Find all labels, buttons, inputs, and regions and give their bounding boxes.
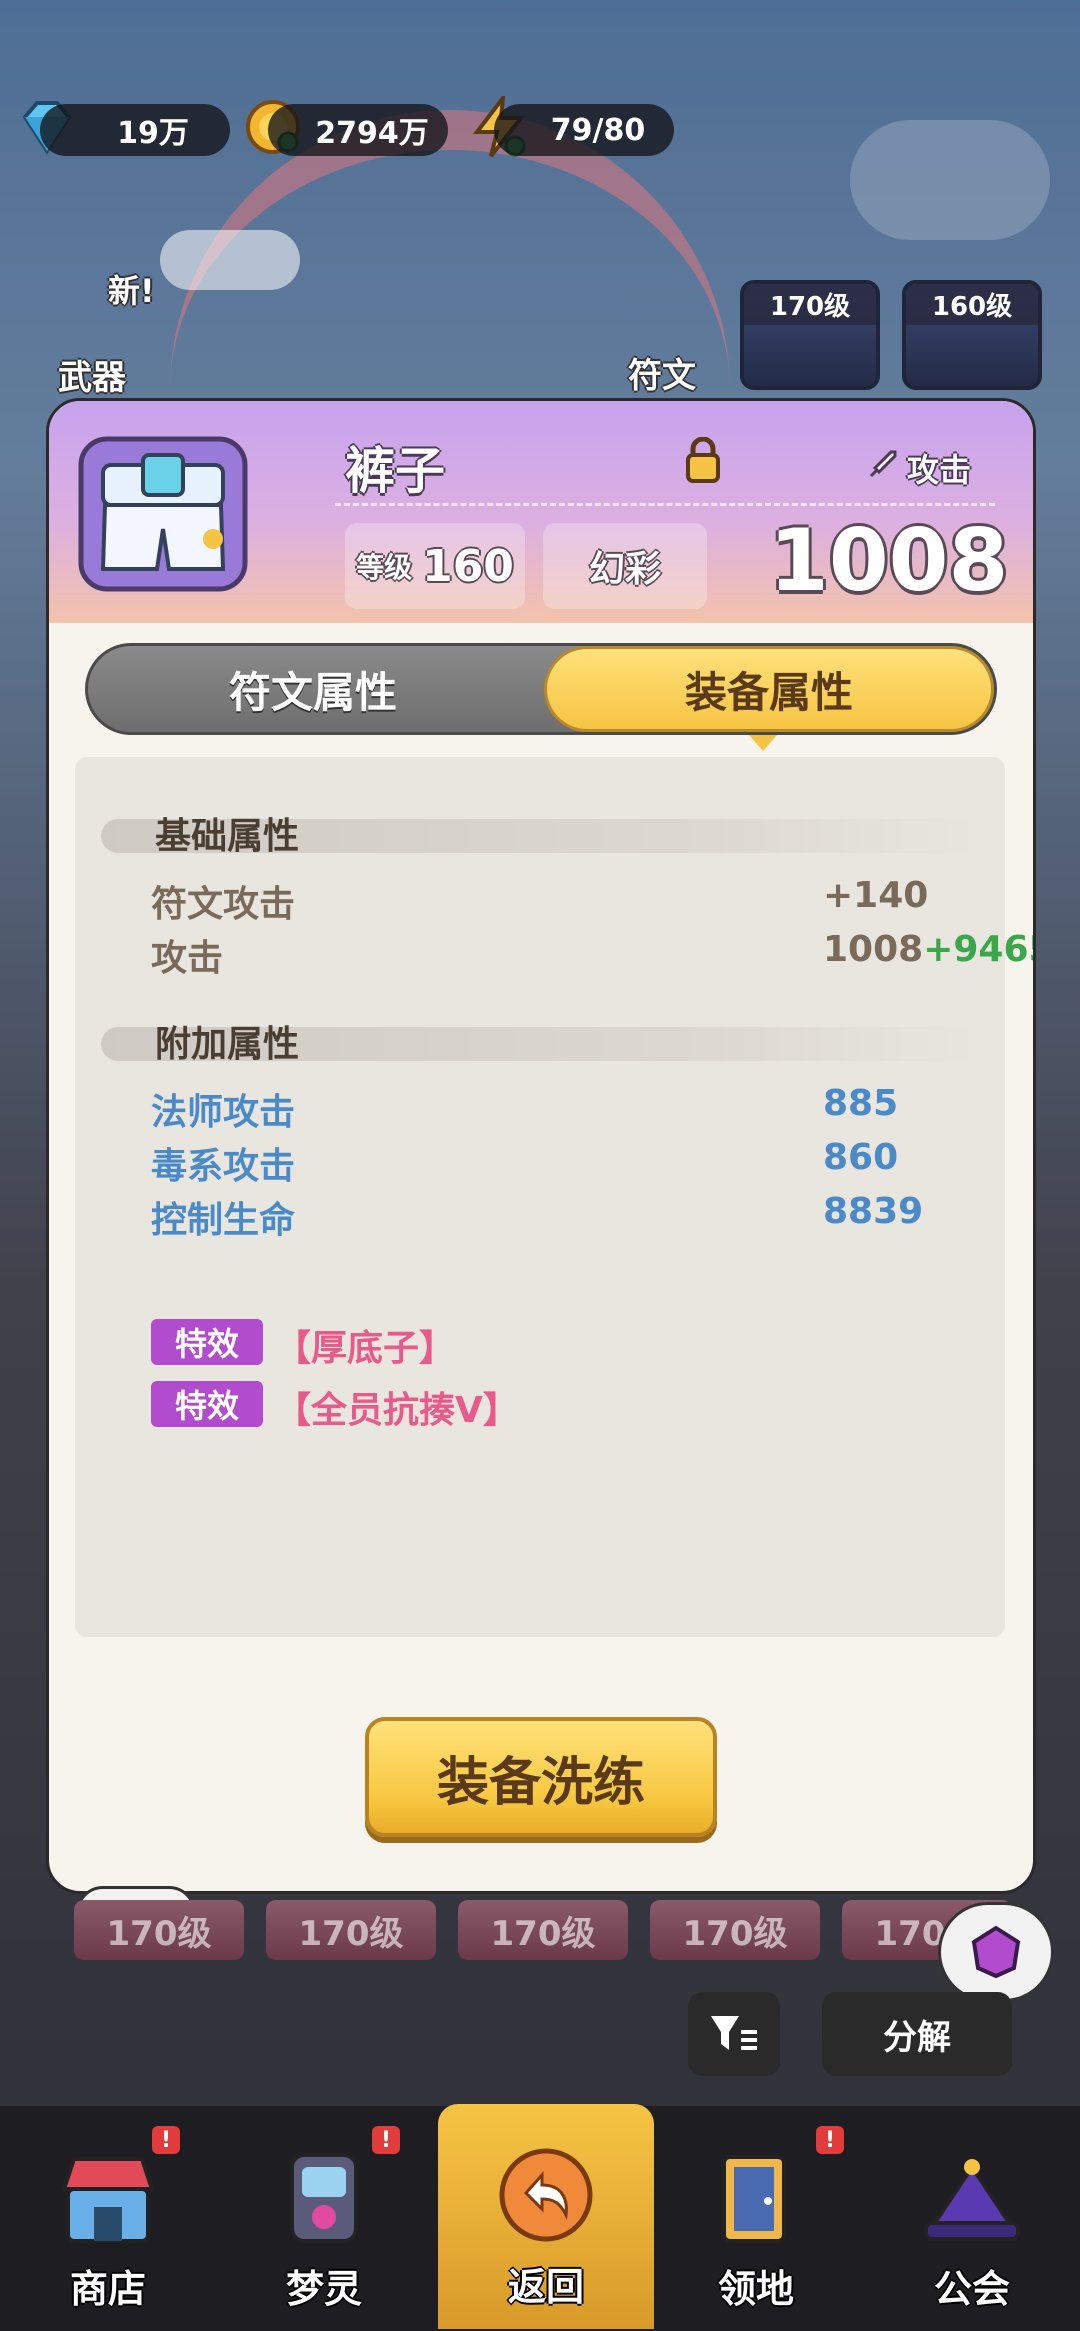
quality-pill: 幻彩 [543,523,707,609]
base-attributes-title: 基础属性 [155,816,300,857]
territory-door-icon [701,2142,811,2252]
extra-attributes-title: 附加属性 [155,1024,300,1065]
item-power: 1008 [769,511,1009,611]
stat-label: 毒系攻击 [151,1146,296,1187]
equipment-slot[interactable]: 170级 [266,1900,436,1960]
attack-type-label: 攻击 [907,451,972,489]
notification-badge: ! [372,2126,400,2154]
decompose-button[interactable]: 分解 [822,1992,1012,2076]
nav-shop[interactable]: ! 商店 [0,2106,216,2331]
guild-hat-icon [917,2142,1027,2252]
shop-icon [53,2142,163,2252]
item-name: 裤子 [345,442,445,500]
stat-label: 攻击 [151,938,224,979]
equipment-card-level: 170级 [744,284,876,325]
nav-guild-label: 公会 [933,2267,1010,2311]
nav-dream-label: 梦灵 [285,2267,362,2311]
nav-dream[interactable]: ! 梦灵 [216,2106,432,2331]
gems-counter[interactable]: 19万 [40,104,230,156]
chat-gem-icon[interactable] [938,1902,1054,2002]
nav-shop-label: 商店 [69,2267,146,2311]
notification-badge: ! [816,2126,844,2154]
level-label: 等级 [356,551,413,584]
level-value: 160 [422,540,514,592]
lock-icon[interactable] [685,436,721,483]
equipment-slot[interactable]: 170级 [650,1900,820,1960]
equipment-slot[interactable]: 170级 [458,1900,628,1960]
nav-territory[interactable]: ! 领地 [648,2106,864,2331]
header-divider [335,503,995,506]
effect-text: 【厚底子】 [275,1328,456,1369]
stat-value-with-bonus: 1008+9465 [823,929,1033,970]
tab-rune-attributes[interactable]: 符文属性 [88,646,538,732]
stat-value: 860 [823,1137,899,1178]
stats-panel: 基础属性 符文攻击 +140 攻击 1008+9465 附加属性 法师攻击 88… [75,757,1033,1637]
nav-back[interactable]: 返回 [438,2104,654,2329]
attack-type-tag: 攻击 [867,445,971,491]
energy-value: 79/80 [550,112,646,148]
stat-value: 885 [823,1083,899,1124]
rune-label[interactable]: 符文 [628,348,696,397]
effect-badge: 特效 [151,1381,263,1427]
back-arrow-icon [491,2140,601,2250]
gems-value: 19万 [117,116,189,151]
attribute-tabs: 符文属性 装备属性 [85,643,997,735]
equipment-detail-modal: 裤子 攻击 等级 160 幻彩 1008 符文属性 装备属性 基础属性 符文攻击… [46,398,1036,1894]
cloud-decoration [850,120,1050,240]
gold-counter[interactable]: 2794万 [268,104,448,156]
dream-machine-icon [269,2142,379,2252]
nav-guild[interactable]: 公会 [864,2106,1080,2331]
stat-value: 8839 [823,1191,924,1232]
equipment-card[interactable]: 170级 [740,280,880,390]
stat-label: 控制生命 [151,1200,296,1241]
level-pill: 等级 160 [345,523,525,609]
nav-back-label: 返回 [507,2265,584,2309]
gold-value: 2794万 [315,116,429,151]
stat-label: 法师攻击 [151,1092,296,1133]
bottom-navigation: ! 商店 ! 梦灵 返回 ! 领地 公会 [0,2104,1080,2331]
modal-header: 裤子 攻击 等级 160 幻彩 1008 [49,401,1033,623]
equipment-slot[interactable]: 170级 [74,1900,244,1960]
tab-pointer [749,735,777,751]
tab-equipment-attributes[interactable]: 装备属性 [544,646,994,732]
filter-icon[interactable] [688,1992,780,2076]
nav-territory-label: 领地 [717,2267,794,2311]
notification-badge: ! [152,2126,180,2154]
pants-item-icon [73,429,253,599]
equipment-refine-button[interactable]: 装备洗练 [365,1717,717,1837]
effect-text: 【全员抗揍Ⅴ】 [275,1390,519,1431]
quality-label: 幻彩 [588,549,661,590]
effect-badge: 特效 [151,1319,263,1365]
new-badge: 新! [108,272,155,310]
cloud-decoration [160,230,300,290]
energy-counter[interactable]: 79/80 [494,104,674,156]
stat-label: 符文攻击 [151,884,296,925]
stat-value: 1008 [823,929,924,970]
weapon-label[interactable]: 武器 [58,350,126,399]
stat-value: +140 [823,875,929,916]
equipment-card[interactable]: 160级 [902,280,1042,390]
stat-bonus: +9465 [923,929,1033,970]
equipment-card-level: 160级 [906,284,1038,325]
sword-icon [867,448,899,488]
